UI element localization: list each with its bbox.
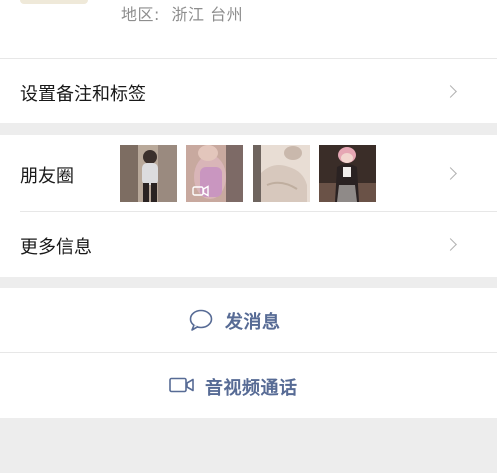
profile-header: 地区: 浙江 台州: [0, 0, 497, 58]
photo-thumbnail-3[interactable]: [253, 145, 310, 202]
chevron-right-icon: [444, 167, 457, 180]
more-info-row[interactable]: 更多信息: [0, 212, 497, 276]
chevron-right-icon: [444, 238, 457, 251]
chat-bubble-icon: [189, 309, 213, 335]
region-info: 地区: 浙江 台州: [121, 1, 243, 25]
more-info-label: 更多信息: [20, 237, 92, 258]
region-value: 浙江 台州: [171, 5, 244, 24]
region-label: 地区:: [121, 5, 160, 24]
send-message-button[interactable]: 发消息: [0, 288, 497, 352]
remark-tags-label: 设置备注和标签: [20, 84, 146, 105]
audio-video-call-label: 音视频通话: [205, 378, 298, 399]
chevron-right-icon: [444, 85, 457, 98]
send-message-label: 发消息: [225, 312, 281, 333]
photo-thumbnail-4[interactable]: [319, 145, 376, 202]
audio-video-call-button[interactable]: 音视频通话: [0, 353, 497, 418]
moments-label: 朋友圈: [20, 166, 74, 187]
photo-thumbnail-1[interactable]: [120, 145, 177, 202]
avatar[interactable]: [20, 0, 88, 4]
video-camera-icon: [169, 377, 195, 397]
remark-tags-row[interactable]: 设置备注和标签: [0, 59, 497, 123]
moments-row[interactable]: 朋友圈: [0, 135, 497, 211]
video-thumbnail-2[interactable]: [186, 145, 243, 202]
